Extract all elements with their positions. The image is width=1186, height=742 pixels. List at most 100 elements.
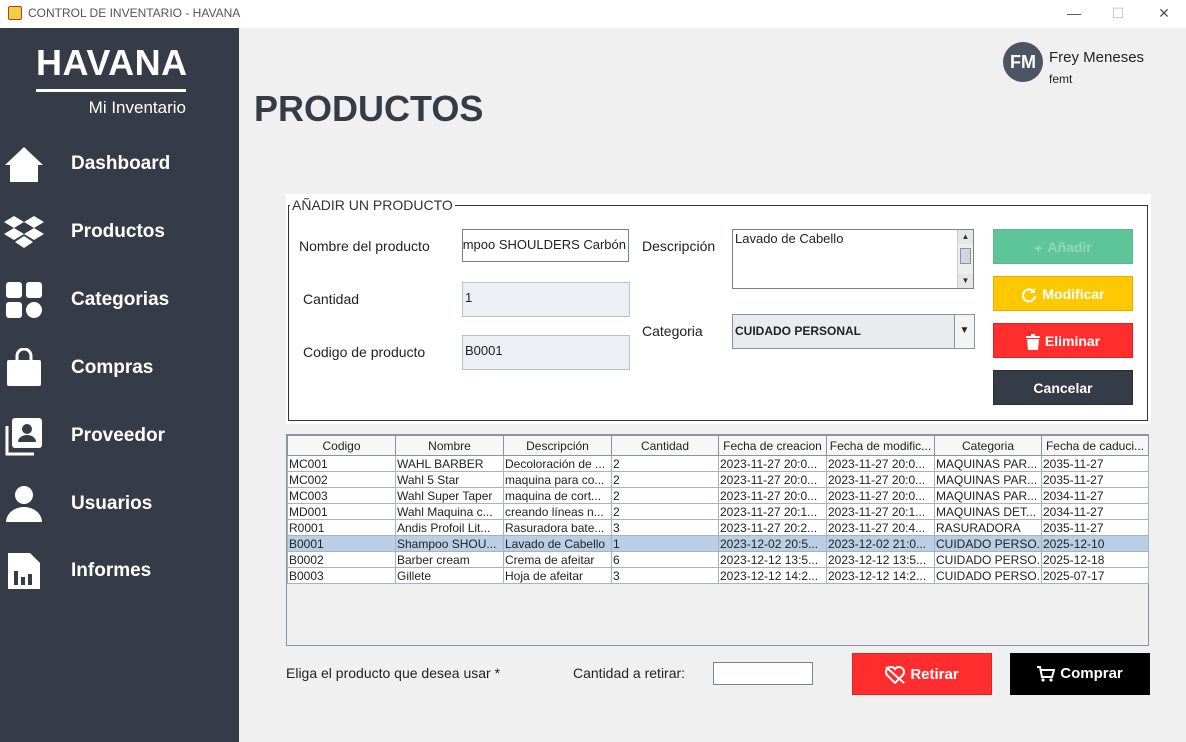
table-cell[interactable]: R0001 (287, 519, 396, 536)
chevron-down-icon[interactable]: ▼ (954, 315, 974, 348)
table-cell[interactable]: 2023-12-12 14:2... (826, 567, 935, 584)
table-cell[interactable]: 2023-12-02 20:5... (718, 535, 827, 552)
sidebar-item-proveedor[interactable]: Proveedor (0, 406, 239, 466)
sidebar-item-dashboard[interactable]: Dashboard (0, 134, 239, 194)
description-scrollbar[interactable]: ▲ ▼ (957, 230, 973, 288)
products-table[interactable]: Codigo Nombre Descripción Cantidad Fecha de … (286, 434, 1149, 646)
table-cell[interactable]: 2 (611, 503, 719, 520)
table-cell[interactable]: CUIDADO PERSO... (934, 551, 1042, 568)
retirar-button[interactable]: Retirar (852, 653, 992, 695)
table-row[interactable]: MD001 Wahl Maquina c... creando líneas n..… (287, 503, 1149, 520)
table-cell[interactable]: MC001 (287, 455, 396, 472)
table-cell[interactable]: 2034-11-27 (1041, 503, 1149, 520)
table-cell[interactable]: 2023-12-12 14:2... (718, 567, 827, 584)
table-cell[interactable]: B0001 (287, 535, 396, 552)
table-cell[interactable]: CUIDADO PERSO... (934, 567, 1042, 584)
table-cell[interactable]: 2023-11-27 20:0... (718, 455, 827, 472)
quantity-field[interactable]: 1 (462, 282, 630, 317)
category-select[interactable]: CUIDADO PERSONAL ▼ (732, 314, 975, 349)
column-header[interactable]: Fecha de modific... (826, 435, 935, 456)
table-row[interactable]: B0001 Shampoo SHOU... Lavado de Cabello 1 20… (287, 535, 1149, 552)
table-cell[interactable]: Lavado de Cabello (503, 535, 612, 552)
sidebar-item-usuarios[interactable]: Usuarios (0, 474, 239, 534)
column-header[interactable]: Nombre (395, 435, 504, 456)
table-cell[interactable]: MD001 (287, 503, 396, 520)
table-cell[interactable]: MAQUINAS PAR... (934, 455, 1042, 472)
table-cell[interactable]: 1 (611, 535, 719, 552)
table-row[interactable]: MC002 Wahl 5 Star maquina para co... 2 2023-… (287, 471, 1149, 488)
table-cell[interactable]: Wahl 5 Star (395, 471, 504, 488)
table-cell[interactable]: 2025-07-17 (1041, 567, 1149, 584)
column-header[interactable]: Cantidad (611, 435, 719, 456)
product-code-field[interactable]: B0001 (462, 335, 630, 370)
product-name-field[interactable]: Shampoo SHOULDERS Carbón (462, 229, 629, 262)
table-cell[interactable]: 2023-11-27 20:2... (718, 519, 827, 536)
table-cell[interactable]: MAQUINAS PAR... (934, 487, 1042, 504)
sidebar-item-compras[interactable]: Compras (0, 338, 239, 398)
table-cell[interactable]: creando líneas n... (503, 503, 612, 520)
table-cell[interactable]: 2034-11-27 (1041, 487, 1149, 504)
table-cell[interactable]: WAHL BARBER (395, 455, 504, 472)
column-header[interactable]: Fecha de creacion (718, 435, 827, 456)
table-cell[interactable]: Hoja de afeitar (503, 567, 612, 584)
table-row[interactable]: B0003 Gillete Hoja de afeitar 3 2023-12-12 1… (287, 567, 1149, 584)
table-cell[interactable]: 2035-11-27 (1041, 471, 1149, 488)
table-cell[interactable]: maquina de cort... (503, 487, 612, 504)
column-header[interactable]: Fecha de caduci... (1041, 435, 1149, 456)
table-cell[interactable]: 2 (611, 455, 719, 472)
table-cell[interactable]: 2035-11-27 (1041, 519, 1149, 536)
table-cell[interactable]: 2023-12-12 13:5... (718, 551, 827, 568)
table-cell[interactable]: 2023-11-27 20:0... (826, 487, 935, 504)
table-cell[interactable]: Andis Profoil Lit... (395, 519, 504, 536)
table-cell[interactable]: B0003 (287, 567, 396, 584)
comprar-button[interactable]: Comprar (1010, 653, 1150, 695)
table-cell[interactable]: Wahl Super Taper (395, 487, 504, 504)
table-cell[interactable]: B0002 (287, 551, 396, 568)
table-cell[interactable]: Wahl Maquina c... (395, 503, 504, 520)
table-cell[interactable]: 2023-11-27 20:0... (826, 471, 935, 488)
add-button[interactable]: + Añadir (993, 229, 1133, 264)
table-cell[interactable]: RASURADORA (934, 519, 1042, 536)
table-cell[interactable]: Decoloración de ... (503, 455, 612, 472)
scroll-up-arrow-icon[interactable]: ▲ (958, 230, 973, 244)
table-cell[interactable]: Shampoo SHOU... (395, 535, 504, 552)
modify-button[interactable]: Modificar (993, 276, 1133, 311)
table-cell[interactable]: 2023-11-27 20:0... (718, 487, 827, 504)
table-cell[interactable]: 6 (611, 551, 719, 568)
table-cell[interactable]: Rasuradora bate... (503, 519, 612, 536)
sidebar-item-productos[interactable]: Productos (0, 202, 239, 262)
table-cell[interactable]: maquina para co... (503, 471, 612, 488)
table-cell[interactable]: 2023-12-12 13:5... (826, 551, 935, 568)
column-header[interactable]: Codigo (287, 435, 396, 456)
delete-button[interactable]: Eliminar (993, 323, 1133, 358)
table-row[interactable]: B0002 Barber cream Crema de afeitar 6 2023-1… (287, 551, 1149, 568)
table-cell[interactable]: 2035-11-27 (1041, 455, 1149, 472)
scroll-down-arrow-icon[interactable]: ▼ (958, 274, 973, 288)
table-cell[interactable]: 2025-12-10 (1041, 535, 1149, 552)
table-row[interactable]: MC001 WAHL BARBER Decoloración de ... 2 2023… (287, 455, 1149, 472)
table-cell[interactable]: Gillete (395, 567, 504, 584)
column-header[interactable]: Descripción (503, 435, 612, 456)
table-row[interactable]: R0001 Andis Profoil Lit... Rasuradora bate… (287, 519, 1149, 536)
sidebar-item-categorias[interactable]: Categorias (0, 270, 239, 330)
maximize-button[interactable]: ☐ (1098, 0, 1138, 28)
close-button[interactable]: ✕ (1144, 0, 1184, 28)
table-cell[interactable]: 2023-11-27 20:1... (718, 503, 827, 520)
table-cell[interactable]: 2 (611, 471, 719, 488)
scroll-thumb[interactable] (960, 248, 971, 264)
cancel-button[interactable]: Cancelar (993, 370, 1133, 405)
table-cell[interactable]: CUIDADO PERSO... (934, 535, 1042, 552)
table-cell[interactable]: 2023-11-27 20:0... (826, 455, 935, 472)
table-cell[interactable]: MAQUINAS DET... (934, 503, 1042, 520)
minimize-button[interactable]: — (1054, 0, 1094, 28)
table-cell[interactable]: 2023-11-27 20:1... (826, 503, 935, 520)
table-cell[interactable]: Crema de afeitar (503, 551, 612, 568)
table-cell[interactable]: MC002 (287, 471, 396, 488)
table-cell[interactable]: 2025-12-18 (1041, 551, 1149, 568)
table-cell[interactable]: 2 (611, 487, 719, 504)
table-cell[interactable]: 3 (611, 567, 719, 584)
avatar[interactable]: FM (1003, 42, 1043, 82)
withdraw-qty-input[interactable] (713, 662, 813, 685)
table-row[interactable]: MC003 Wahl Super Taper maquina de cort... 2… (287, 487, 1149, 504)
column-header[interactable]: Categoria (934, 435, 1042, 456)
